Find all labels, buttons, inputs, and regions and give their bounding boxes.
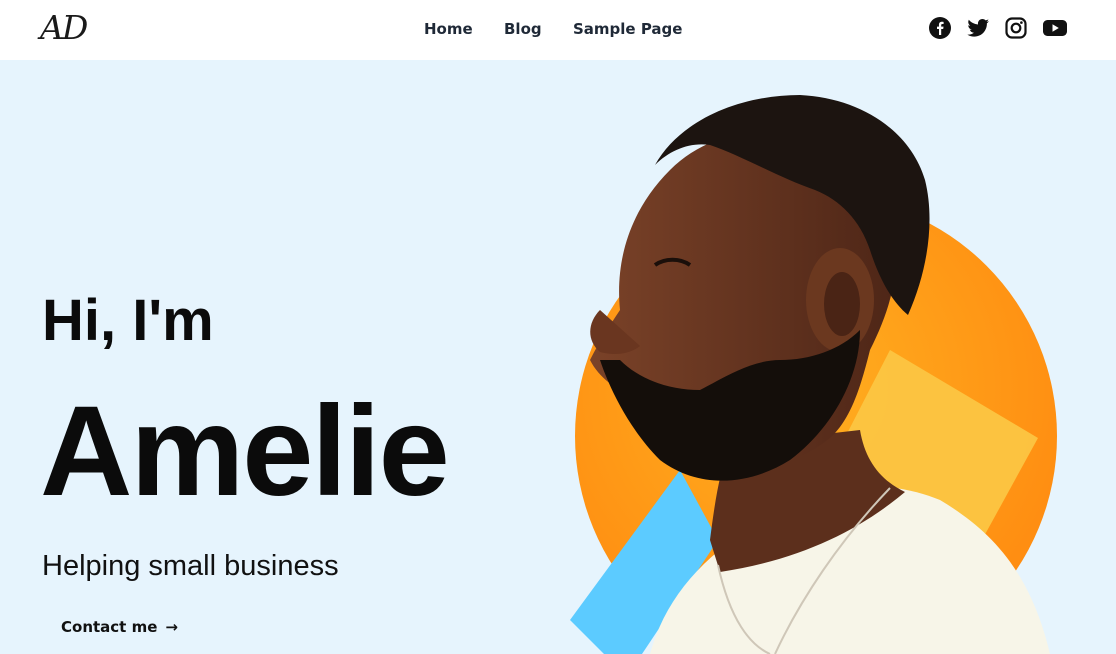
hero-greeting: Hi, I'm: [42, 288, 214, 353]
hero-portrait-illustration: [570, 95, 1057, 654]
social-links: [928, 16, 1067, 40]
twitter-icon[interactable]: [966, 16, 990, 40]
ear-inner-shape: [824, 272, 860, 336]
site-header: AD Home Blog Sample Page: [0, 0, 1116, 60]
contact-me-button[interactable]: Contact me →: [61, 616, 178, 638]
nav-sample-page[interactable]: Sample Page: [573, 19, 682, 39]
contact-me-label: Contact me: [61, 618, 158, 636]
hero-tagline: Helping small business: [42, 550, 339, 582]
arrow-right-icon: →: [165, 618, 178, 636]
nav-home[interactable]: Home: [424, 19, 473, 39]
youtube-icon[interactable]: [1042, 16, 1067, 40]
hero-section: Hi, I'm Amelie Helping small business Co…: [0, 60, 1116, 654]
instagram-icon[interactable]: [1004, 16, 1028, 40]
nav-blog[interactable]: Blog: [504, 19, 542, 39]
facebook-icon[interactable]: [928, 16, 952, 40]
hero-name: Amelie: [40, 380, 450, 523]
